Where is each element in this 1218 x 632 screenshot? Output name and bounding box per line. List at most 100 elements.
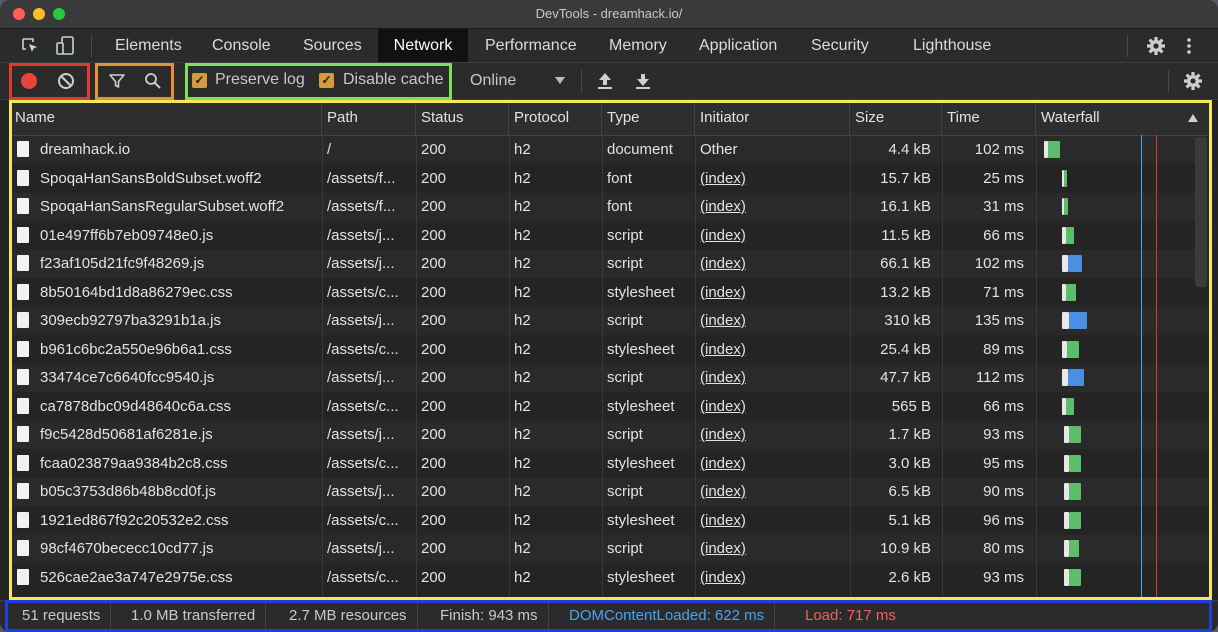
export-har-icon[interactable] <box>635 71 651 91</box>
tab-performance[interactable]: Performance <box>471 29 591 62</box>
network-settings-gear-icon[interactable] <box>1182 70 1204 92</box>
sort-ascending-icon[interactable] <box>1188 113 1198 122</box>
table-row[interactable]: 01e497ff6b7eb09748e0.js/assets/j... 200 h2… <box>10 222 1210 250</box>
column-header-size[interactable]: Size <box>850 101 942 135</box>
request-initiator[interactable]: (index) <box>700 364 850 392</box>
request-name[interactable]: b961c6bc2a550e96b6a1.css <box>40 336 320 364</box>
request-initiator[interactable]: (index) <box>700 222 850 250</box>
request-initiator[interactable]: (index) <box>700 193 850 221</box>
request-path: /assets/j... <box>327 540 395 557</box>
column-header-protocol[interactable]: Protocol <box>509 101 602 135</box>
table-row[interactable]: SpoqaHanSansRegularSubset.woff2/assets/f… <box>10 193 1210 221</box>
request-name[interactable]: 33474ce7c6640fcc9540.js <box>40 364 320 392</box>
table-row[interactable]: 98cf4670bececc10cd77.js/assets/j... 200 h2… <box>10 535 1210 563</box>
request-initiator[interactable]: (index) <box>700 279 850 307</box>
waterfall-download-bar <box>1048 141 1060 158</box>
request-name[interactable]: SpoqaHanSansBoldSubset.woff2 <box>40 165 320 193</box>
settings-gear-icon[interactable] <box>1145 35 1167 57</box>
table-row[interactable]: 309ecb92797ba3291b1a.js/assets/j... 200 h2… <box>10 307 1210 335</box>
tab-console[interactable]: Console <box>198 29 285 62</box>
request-name[interactable]: 8b50164bd1d8a86279ec.css <box>40 279 320 307</box>
request-name[interactable]: SpoqaHanSansRegularSubset.woff2 <box>40 193 320 221</box>
request-initiator[interactable]: (index) <box>700 250 850 278</box>
table-row[interactable]: 8b50164bd1d8a86279ec.css/assets/c... 200 h… <box>10 279 1210 307</box>
request-name[interactable]: 01e497ff6b7eb09748e0.js <box>40 222 320 250</box>
inspect-element-icon[interactable] <box>20 36 40 56</box>
device-toolbar-icon[interactable] <box>54 35 76 57</box>
table-row[interactable]: SpoqaHanSansBoldSubset.woff2/assets/f...… <box>10 165 1210 193</box>
clear-icon[interactable] <box>57 72 75 90</box>
request-name[interactable]: 1921ed867f92c20532e2.css <box>40 507 320 535</box>
request-initiator[interactable]: (index) <box>700 393 850 421</box>
request-status: 200 <box>421 255 447 272</box>
file-icon <box>17 283 29 300</box>
waterfall-download-bar <box>1064 198 1068 215</box>
search-icon[interactable] <box>144 72 162 90</box>
column-header-waterfall[interactable]: Waterfall <box>1036 101 1210 135</box>
request-name[interactable]: 526cae2ae3a747e2975e.css <box>40 564 320 592</box>
request-time: 25 ms <box>983 169 1024 187</box>
throttling-select[interactable]: Online <box>470 72 516 90</box>
record-icon[interactable] <box>21 73 37 89</box>
column-header-status[interactable]: Status <box>416 101 509 135</box>
tab-security[interactable]: Security <box>797 29 883 62</box>
request-name[interactable]: fcaa023879aa9384b2c8.css <box>40 450 320 478</box>
file-icon <box>17 397 29 414</box>
request-protocol: h2 <box>514 198 531 215</box>
request-status: 200 <box>421 141 447 158</box>
filter-icon[interactable] <box>108 72 126 90</box>
table-row[interactable]: ca7878dbc09d48640c6a.css/assets/c... 200 h… <box>10 393 1210 421</box>
request-initiator[interactable]: (index) <box>700 535 850 563</box>
column-header-time[interactable]: Time <box>942 101 1036 135</box>
table-row[interactable]: 33474ce7c6640fcc9540.js/assets/j... 200 h2… <box>10 364 1210 392</box>
request-protocol: h2 <box>514 312 531 329</box>
disable-cache-checkbox[interactable]: ✓ <box>319 73 334 88</box>
column-header-initiator[interactable]: Initiator <box>695 101 850 135</box>
request-initiator[interactable]: (index) <box>700 421 850 449</box>
request-type: script <box>607 312 643 329</box>
request-initiator[interactable]: (index) <box>700 450 850 478</box>
file-icon <box>17 226 29 243</box>
request-initiator[interactable]: (index) <box>700 336 850 364</box>
column-header-path[interactable]: Path <box>322 101 416 135</box>
request-name[interactable]: f23af105d21fc9f48269.js <box>40 250 320 278</box>
request-name[interactable]: 309ecb92797ba3291b1a.js <box>40 307 320 335</box>
import-har-icon[interactable] <box>597 71 613 91</box>
request-initiator[interactable]: (index) <box>700 478 850 506</box>
table-row[interactable]: b05c3753d86b48b8cd0f.js/assets/j... 200 h2… <box>10 478 1210 506</box>
request-name[interactable]: b05c3753d86b48b8cd0f.js <box>40 478 320 506</box>
more-options-icon[interactable] <box>1185 37 1193 55</box>
request-size: 15.7 kB <box>880 169 931 187</box>
waterfall-download-bar <box>1066 397 1074 415</box>
table-row[interactable]: dreamhack.io / 200 h2 document Other 4.4 kB 102… <box>10 136 1210 164</box>
request-name[interactable]: 98cf4670bececc10cd77.js <box>40 535 320 563</box>
tab-lighthouse[interactable]: Lighthouse <box>899 29 1005 62</box>
tab-network[interactable]: Network <box>378 29 468 62</box>
chevron-down-icon[interactable] <box>555 77 565 85</box>
request-initiator[interactable]: (index) <box>700 564 850 592</box>
table-row[interactable]: fcaa023879aa9384b2c8.css/assets/c... 200 h… <box>10 450 1210 478</box>
request-initiator[interactable]: (index) <box>700 507 850 535</box>
column-header-name[interactable]: Name <box>10 101 322 135</box>
tab-application[interactable]: Application <box>685 29 791 62</box>
request-name[interactable]: f9c5428d50681af6281e.js <box>40 421 320 449</box>
request-type: script <box>607 369 643 386</box>
column-header-type[interactable]: Type <box>602 101 695 135</box>
table-row[interactable]: f23af105d21fc9f48269.js/assets/j... 200 h2… <box>10 250 1210 278</box>
request-time: 93 ms <box>983 426 1024 443</box>
request-name[interactable]: ca7878dbc09d48640c6a.css <box>40 393 320 421</box>
tab-sources[interactable]: Sources <box>289 29 376 62</box>
table-row[interactable]: f9c5428d50681af6281e.js/assets/j... 200 h2… <box>10 421 1210 449</box>
request-time: 95 ms <box>983 454 1024 472</box>
table-row[interactable]: b961c6bc2a550e96b6a1.css/assets/c... 200 h… <box>10 336 1210 364</box>
request-initiator[interactable]: (index) <box>700 165 850 193</box>
table-row[interactable]: 1921ed867f92c20532e2.css/assets/c... 200 h… <box>10 507 1210 535</box>
vertical-scrollbar[interactable] <box>1195 137 1207 287</box>
preserve-log-checkbox[interactable]: ✓ <box>192 73 207 88</box>
request-initiator[interactable]: (index) <box>700 307 850 335</box>
table-row[interactable]: 526cae2ae3a747e2975e.css/assets/c... 200 h… <box>10 564 1210 592</box>
request-name[interactable]: dreamhack.io <box>40 136 320 164</box>
request-initiator[interactable]: Other <box>700 136 850 164</box>
tab-elements[interactable]: Elements <box>101 29 196 62</box>
tab-memory[interactable]: Memory <box>595 29 681 62</box>
